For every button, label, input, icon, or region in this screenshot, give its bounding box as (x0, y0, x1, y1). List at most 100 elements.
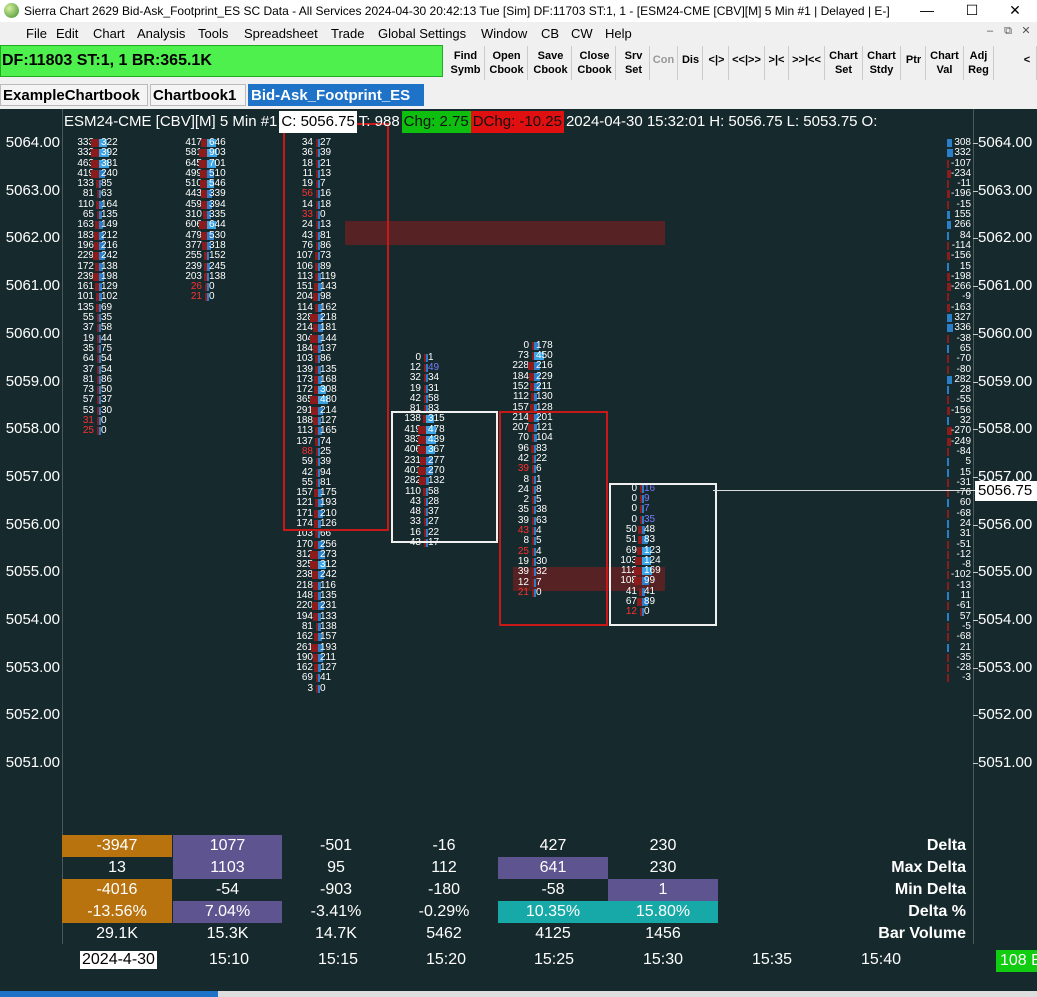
delta-value: -3 (962, 672, 971, 684)
bid-bar (91, 149, 99, 158)
chart-studies-button-label2: Stdy (869, 64, 894, 76)
footprint-row: 43 17 (399, 537, 469, 548)
delta-bar (947, 478, 949, 487)
tab-bid-ask-footprint-es[interactable]: Bid-Ask_Footprint_ES (248, 84, 424, 106)
delta-bar (947, 571, 949, 580)
footprint-column[interactable]: 0 1 12 49 32 34 19 31 42 58 81 83 138 315 419 478 383 439… (399, 352, 469, 549)
ask-volume: 157 (320, 631, 337, 643)
stat-vol: 29.1K (96, 925, 138, 942)
ask-volume: 130 (536, 391, 553, 403)
menu-cw[interactable]: CW (571, 26, 593, 41)
time-label: 15:20 (426, 951, 467, 968)
scrollbar-thumb[interactable] (0, 991, 218, 997)
menu-window[interactable]: Window (481, 26, 527, 41)
server-settings-button[interactable]: Srv Set (618, 46, 650, 80)
chart-studies-button[interactable]: Chart Stdy (863, 46, 901, 80)
chart-area[interactable]: 333 322 332 392 463 381 419 240 133 85 81 63 110 164 6… (0, 109, 1037, 997)
footprint-column[interactable]: 417 646 581 903 645 701 499 510 510 546 443 339 459 3… (180, 137, 250, 303)
disconnect-button[interactable]: Dis (679, 46, 703, 80)
mdi-minimize-button[interactable]: – (981, 25, 999, 37)
menu-spreadsheet[interactable]: Spreadsheet (244, 26, 318, 41)
stat-max: 112 (431, 859, 457, 876)
footprint-column[interactable]: 0 178 73 450 228 216 184 229 152 211 112 130 157 128 2… (507, 340, 577, 598)
toolbar-scroll-button[interactable]: < (1018, 46, 1037, 80)
adjust-region-button[interactable]: Adj Reg (964, 46, 994, 80)
chart-settings-button[interactable]: Chart Set (825, 46, 863, 80)
stat-vol: 4125 (535, 925, 571, 942)
chart-values-button[interactable]: Chart Val (926, 46, 964, 80)
price-label-left: 5054.00 (5, 611, 60, 628)
connect-button[interactable]: Con (650, 46, 678, 80)
bid-bar (634, 567, 642, 576)
minimize-button[interactable]: — (905, 0, 949, 22)
menu-analysis[interactable]: Analysis (137, 26, 185, 41)
delta-bar (947, 314, 952, 323)
maximize-button[interactable]: ☐ (950, 0, 994, 22)
close-button[interactable]: ✕ (993, 0, 1037, 22)
delta-bar (947, 664, 949, 673)
delta-bar (947, 344, 949, 353)
status-readout: DF:11803 ST:1, 1 BR:365.1K (0, 45, 443, 77)
menu-help[interactable]: Help (605, 26, 632, 41)
delta-bar (947, 417, 949, 426)
pointer-button[interactable]: Ptr (902, 46, 926, 80)
stat-max: 230 (649, 859, 677, 876)
delta-bar (947, 293, 949, 302)
price-label-right: 5058.00 (978, 420, 1033, 438)
time-label: 15:30 (643, 951, 684, 968)
current-price-line (713, 490, 975, 491)
save-chartbook-button[interactable]: Save Cbook (530, 46, 572, 80)
menu-chart[interactable]: Chart (93, 26, 125, 41)
time-axis[interactable]: 2024-4-30 15:10 15:15 15:20 15:25 15:30 15:35 1… (62, 945, 974, 975)
mdi-restore-button[interactable]: ⧉ (999, 25, 1017, 38)
menu-edit[interactable]: Edit (56, 26, 78, 41)
ask-volume: 34 (428, 372, 440, 384)
footprint-column[interactable]: 333 322 332 392 463 381 419 240 133 85 81 63 110 164 6… (72, 137, 142, 437)
scroll-nav-1-button[interactable]: <|> (705, 46, 729, 80)
stat-min: -903 (319, 881, 353, 898)
menu-trade[interactable]: Trade (331, 26, 364, 41)
close-chartbook-button[interactable]: Close Cbook (574, 46, 616, 80)
menu-cb[interactable]: CB (541, 26, 559, 41)
footprint-row: 59 39 (291, 456, 361, 467)
adjust-region-button-label2: Reg (968, 64, 989, 76)
menu-global-settings[interactable]: Global Settings (378, 26, 466, 41)
footprint-column[interactable]: 34 27 36 39 18 21 11 13 19 7 56 16 14 18 33 0 24 13 43 81 76… (291, 137, 361, 694)
bid-volume: 39 (517, 566, 529, 578)
menu-tools[interactable]: Tools (198, 26, 228, 41)
scroll-nav-2-button[interactable]: <<|>> (729, 46, 765, 80)
pointer-button-label: Ptr (905, 54, 922, 66)
scroll-nav-3-button[interactable]: >|< (765, 46, 789, 80)
delta-value: 5 (965, 456, 971, 468)
tab-examplechartbook[interactable]: ExampleChartbook (0, 84, 148, 106)
delta-bar (947, 200, 949, 209)
stat-label: Min Delta (894, 881, 966, 898)
bid-bar (311, 406, 318, 415)
plot-region[interactable]: 333 322 332 392 463 381 419 240 133 85 81 63 110 164 6… (62, 109, 974, 944)
bid-bar (199, 149, 207, 158)
stat-max: 641 (498, 857, 608, 879)
scroll-nav-4-button[interactable]: >>|<< (789, 46, 825, 80)
mdi-close-button[interactable]: ✕ (1017, 24, 1035, 37)
open-chartbook-button[interactable]: Open Cbook (486, 46, 528, 80)
tab-chartbook1[interactable]: Chartbook1 (150, 84, 246, 106)
header-high: H: 5056.75 (709, 113, 783, 130)
delta-bar (947, 221, 951, 230)
stat-label: Delta % (908, 903, 966, 920)
delta-row: -68 (941, 631, 971, 642)
time-label: 15:40 (861, 951, 902, 968)
bid-bar (635, 556, 642, 565)
stat-pct: -0.29% (418, 903, 470, 920)
delta-bar (947, 509, 949, 518)
stat-pct: 15.80% (608, 901, 718, 923)
find-symbol-button[interactable]: Find Symb (447, 46, 485, 80)
stat-min: -4016 (62, 879, 172, 901)
footprint-column[interactable]: 0 16 0 9 0 7 0 35 50 48 51 83 69 123 103 124 112 169 108 99… (615, 483, 685, 618)
stat-min: -54 (215, 881, 240, 898)
price-label-right: 5052.00 (978, 706, 1033, 724)
bid-bar (311, 643, 318, 652)
price-label-left: 5061.00 (5, 277, 60, 295)
menu-file[interactable]: File (26, 26, 47, 41)
chart-settings-button-label: Chart (829, 50, 858, 62)
footprint-row: 112 130 (507, 391, 577, 403)
